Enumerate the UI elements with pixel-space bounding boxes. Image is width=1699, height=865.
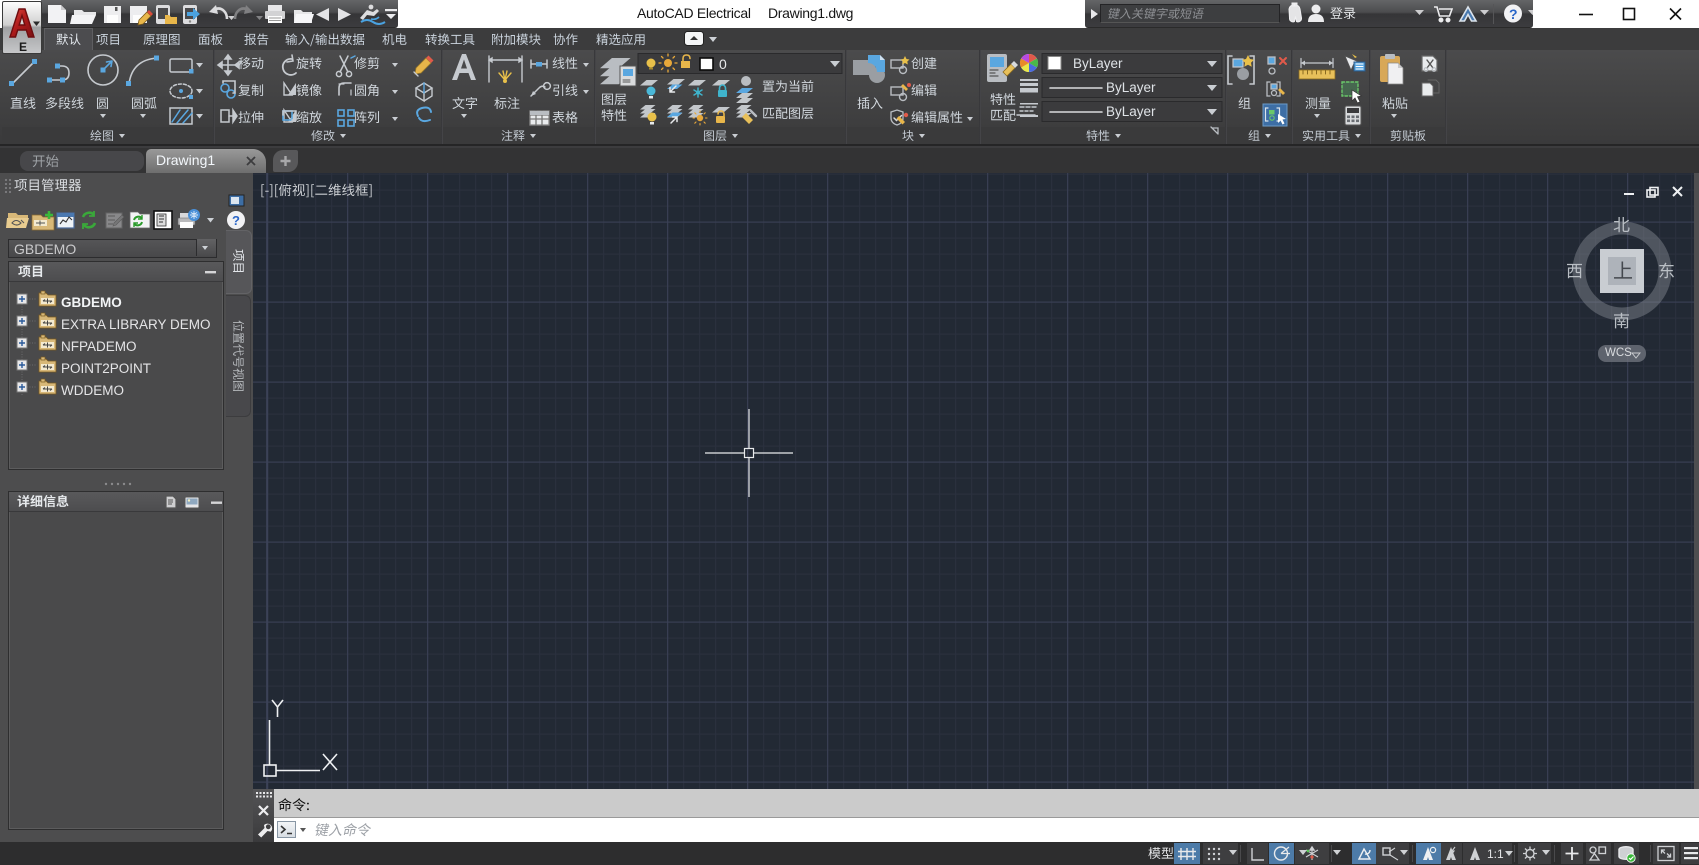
svg-text:1:1: 1:1 [1487, 847, 1504, 861]
svg-text:ByLayer: ByLayer [1106, 104, 1156, 119]
svg-text:ByLayer: ByLayer [1106, 80, 1156, 95]
svg-text:E: E [19, 40, 27, 54]
svg-text:0: 0 [719, 56, 727, 72]
svg-text:?: ? [1509, 6, 1518, 22]
svg-text:ByLayer: ByLayer [1073, 56, 1123, 71]
svg-text:?: ? [232, 213, 240, 228]
